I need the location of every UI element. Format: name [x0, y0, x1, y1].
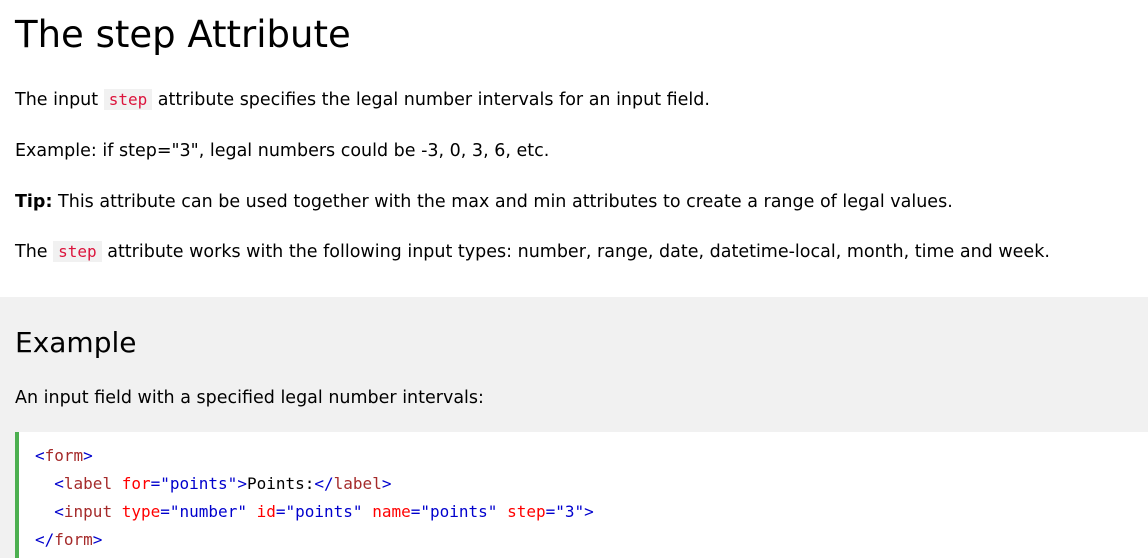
inline-code-step: step — [103, 89, 153, 110]
para1-before: The input — [15, 90, 104, 110]
tip-text: This attribute can be used together with… — [52, 192, 953, 212]
inline-code-step-2: step — [53, 241, 102, 262]
example-title: Example — [15, 326, 137, 359]
code-example-block: <form> <label for="points">Points:</labe… — [15, 432, 1148, 558]
tip-paragraph: Tip: This attribute can be used together… — [15, 189, 953, 215]
code-line-label: <label for="points">Points:</label> — [54, 474, 392, 493]
page-title: The step Attribute — [15, 13, 351, 56]
description-paragraph: The input step attribute specifies the l… — [15, 87, 710, 113]
code-line-input: <input type="number" id="points" name="p… — [54, 502, 594, 521]
page: The step Attribute The input step attrib… — [0, 0, 1148, 558]
para4-after: attribute works with the following input… — [101, 242, 1050, 262]
input-types-paragraph: The step attribute works with the follow… — [15, 239, 1050, 265]
example-paragraph: Example: if step="3", legal numbers coul… — [15, 141, 550, 161]
example-description: An input field with a specified legal nu… — [15, 388, 484, 408]
code-line-form-open: <form> — [35, 446, 93, 465]
para4-before: The — [15, 242, 54, 262]
para1-after: attribute specifies the legal number int… — [152, 90, 710, 110]
tip-label: Tip: — [15, 192, 53, 212]
code-line-form-close: </form> — [35, 530, 103, 549]
